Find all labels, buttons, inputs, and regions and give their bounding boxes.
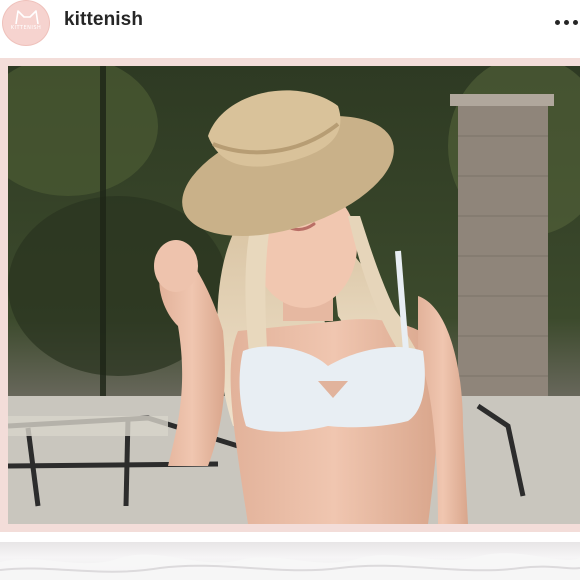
post-header: KITTENISH kittenish bbox=[0, 0, 580, 58]
more-dots-icon[interactable] bbox=[550, 8, 578, 36]
post-divider bbox=[0, 532, 580, 542]
profile-avatar[interactable]: KITTENISH bbox=[2, 0, 50, 46]
avatar-brand-text: KITTENISH bbox=[10, 25, 42, 31]
username-link[interactable]: kittenish bbox=[64, 9, 143, 31]
post-image[interactable] bbox=[8, 66, 580, 524]
next-post-image[interactable] bbox=[0, 542, 580, 580]
kitten-logo-icon bbox=[15, 10, 39, 25]
